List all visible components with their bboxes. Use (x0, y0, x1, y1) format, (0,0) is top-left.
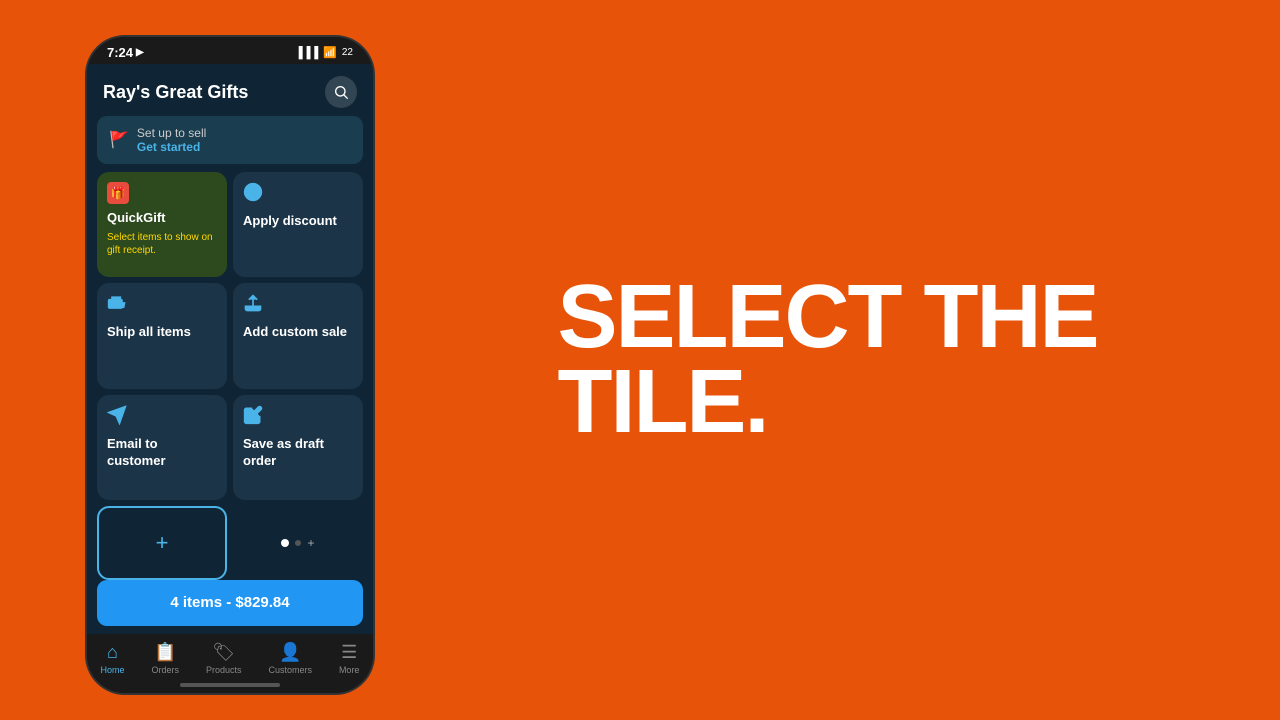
bottom-nav: ⌂ Home 📋 Orders 🏷 Products 👤 Customers ☰… (87, 634, 373, 679)
get-started-link[interactable]: Get started (137, 140, 206, 154)
home-bar (180, 683, 280, 687)
tiles-row-3: Email to customer Save as draft order (97, 395, 363, 500)
phone-mockup: 7:24 ▶ ▐▐▐ 📶 22 Ray's Great Gifts 🚩 Set … (85, 35, 375, 695)
orders-icon: 📋 (154, 642, 176, 663)
cart-button[interactable]: 4 items - $829.84 (97, 580, 363, 626)
time-display: 7:24 (107, 45, 133, 60)
draft-icon (243, 405, 353, 430)
nav-customers-label: Customers (268, 665, 312, 675)
tile-ship-title: Ship all items (107, 324, 217, 341)
nav-orders-label: Orders (151, 665, 179, 675)
tile-add-custom-sale[interactable]: Add custom sale (233, 283, 363, 388)
nav-orders[interactable]: 📋 Orders (151, 642, 179, 675)
location-icon: ▶ (136, 47, 144, 58)
tile-custom-sale-title: Add custom sale (243, 324, 353, 341)
tile-quickgift-title: QuickGift (107, 210, 217, 227)
upload-icon (243, 293, 353, 318)
tile-ship-all-items[interactable]: Ship all items (97, 283, 227, 388)
nav-products[interactable]: 🏷 Products (206, 642, 242, 675)
nav-products-label: Products (206, 665, 242, 675)
hero-line1: SELECT THE (557, 275, 1097, 361)
search-button[interactable] (325, 76, 357, 108)
app-title: Ray's Great Gifts (103, 82, 248, 103)
customers-icon: 👤 (279, 642, 301, 663)
home-indicator (87, 679, 373, 693)
app-content: Ray's Great Gifts 🚩 Set up to sell Get s… (87, 64, 373, 634)
nav-customers[interactable]: 👤 Customers (268, 642, 312, 675)
tiles-row-4: + + (97, 506, 363, 580)
tiles-container: 🎁 QuickGift Select items to show on gift… (87, 172, 373, 580)
nav-home-label: Home (100, 665, 124, 675)
search-icon (333, 84, 349, 100)
hero-text: SELECT THE TILE. (557, 275, 1097, 446)
status-time: 7:24 ▶ (107, 45, 144, 60)
products-icon: 🏷 (212, 642, 235, 663)
setup-title: Set up to sell (137, 126, 206, 140)
ship-icon (107, 293, 217, 318)
plus-icon: + (156, 530, 169, 556)
gift-icon: 🎁 (107, 182, 129, 204)
nav-home[interactable]: ⌂ Home (100, 642, 124, 675)
tile-email-customer[interactable]: Email to customer (97, 395, 227, 500)
wifi-icon: 📶 (323, 46, 337, 59)
status-bar: 7:24 ▶ ▐▐▐ 📶 22 (87, 37, 373, 64)
nav-more[interactable]: ☰ More (339, 642, 360, 675)
home-icon: ⌂ (107, 642, 118, 663)
hero-section: SELECT THE TILE. (375, 275, 1280, 446)
setup-text: Set up to sell Get started (137, 126, 206, 154)
tile-add-new[interactable]: + (97, 506, 227, 580)
tiles-row-1: 🎁 QuickGift Select items to show on gift… (97, 172, 363, 277)
dot-1 (281, 539, 289, 547)
nav-more-label: More (339, 665, 360, 675)
flag-icon: 🚩 (109, 130, 129, 150)
tile-quickgift[interactable]: 🎁 QuickGift Select items to show on gift… (97, 172, 227, 277)
discount-icon (243, 182, 353, 207)
send-icon (107, 405, 217, 430)
battery-level: 22 (342, 47, 353, 58)
page-dots: + (233, 506, 363, 580)
tile-quickgift-subtitle: Select items to show on gift receipt. (107, 231, 217, 257)
tiles-row-2: Ship all items Add custom sale (97, 283, 363, 388)
dot-2 (295, 540, 301, 546)
status-icons: ▐▐▐ 📶 22 (295, 46, 353, 59)
tile-discount-title: Apply discount (243, 213, 353, 230)
tile-email-title: Email to customer (107, 436, 217, 470)
signal-icon: ▐▐▐ (295, 47, 318, 59)
tile-apply-discount[interactable]: Apply discount (233, 172, 363, 277)
cart-button-label: 4 items - $829.84 (170, 594, 289, 611)
app-header: Ray's Great Gifts (87, 64, 373, 116)
setup-banner[interactable]: 🚩 Set up to sell Get started (97, 116, 363, 164)
hero-line2: TILE. (557, 360, 1097, 446)
tile-save-draft[interactable]: Save as draft order (233, 395, 363, 500)
dot-plus: + (307, 536, 314, 550)
more-icon: ☰ (341, 642, 357, 663)
tile-draft-title: Save as draft order (243, 436, 353, 470)
